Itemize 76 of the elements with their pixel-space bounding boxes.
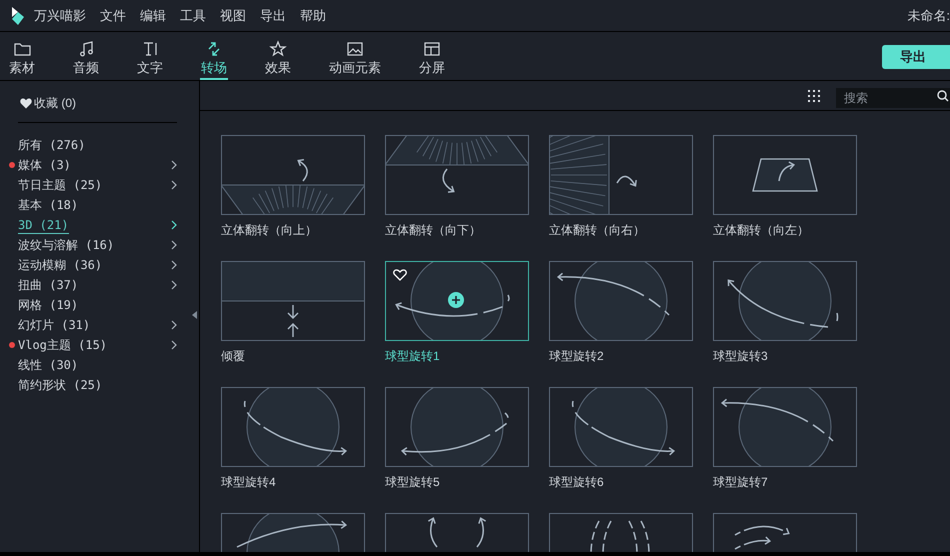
tab[interactable]: 效果 <box>264 40 292 80</box>
category-item[interactable]: 扭曲 (37) <box>18 277 78 293</box>
dashed-arrows-drawing <box>590 520 650 552</box>
tab[interactable]: 音频 <box>72 40 100 80</box>
menu-item[interactable]: 工具 <box>180 6 206 26</box>
split-screen-icon <box>423 40 441 58</box>
image-icon <box>346 40 364 58</box>
category-item[interactable]: 所有 (276) <box>18 137 86 153</box>
tab[interactable]: 文字 <box>136 40 164 80</box>
search-field[interactable]: 搜索 <box>836 88 950 108</box>
music-note-icon <box>77 40 95 58</box>
category-item[interactable]: Vlog主题 (15) <box>18 337 108 353</box>
transition-thumbnail[interactable] <box>713 135 857 215</box>
grid-view-icon[interactable] <box>808 90 820 102</box>
transition-thumbnail[interactable] <box>385 387 529 467</box>
curved-arrow <box>442 168 454 193</box>
category-item[interactable]: 网格 (19) <box>18 297 78 313</box>
tab[interactable]: 素材 <box>8 40 36 80</box>
transition-thumbnail[interactable] <box>713 261 857 341</box>
transition-thumbnail[interactable] <box>221 387 365 467</box>
category-item[interactable]: 波纹与溶解 (16) <box>18 237 114 253</box>
tab[interactable]: 动画元素 <box>328 40 382 80</box>
menu-item[interactable]: 帮助 <box>300 6 326 26</box>
favorites-label[interactable]: 收藏 (0) <box>34 94 76 112</box>
transition-thumbnail[interactable] <box>385 135 529 215</box>
export-button[interactable]: 导出 <box>882 45 950 69</box>
transition-thumbnail[interactable] <box>549 387 693 467</box>
curved-arrow <box>428 517 438 548</box>
category-item[interactable]: 线性 (30) <box>18 357 78 373</box>
transition-thumbnail[interactable] <box>549 261 693 341</box>
project-name: 未命名: <box>907 6 950 25</box>
text-icon <box>141 40 159 58</box>
add-icon[interactable] <box>448 292 464 308</box>
app-name: 万兴喵影 <box>34 6 86 25</box>
transition-label: 球型旋转7 <box>713 474 769 490</box>
menu-item[interactable]: 导出 <box>260 6 286 26</box>
curved-arrow <box>616 176 637 186</box>
transition-thumbnail[interactable] <box>221 135 365 215</box>
search-icon[interactable] <box>937 90 949 102</box>
menu-item[interactable]: 编辑 <box>140 6 166 26</box>
category-item[interactable]: 3D (21) <box>18 216 69 234</box>
logo-icon <box>10 6 26 24</box>
heart-icon[interactable] <box>393 269 407 281</box>
category-item[interactable]: 幻灯片 (31) <box>18 317 90 333</box>
transition-label: 球型旋转2 <box>549 348 605 364</box>
star-icon <box>269 40 287 58</box>
transition-label: 球型旋转1 <box>385 348 441 364</box>
menu-item[interactable]: 文件 <box>100 6 126 26</box>
transition-label: 立体翻转（向上） <box>221 222 318 238</box>
transition-label: 球型旋转4 <box>221 474 277 490</box>
transition-label: 倾覆 <box>221 348 246 364</box>
collapse-icon[interactable] <box>192 311 197 319</box>
category-item[interactable]: 媒体 (3) <box>18 157 71 173</box>
transition-label: 立体翻转（向下） <box>385 222 482 238</box>
transition-label: 球型旋转5 <box>385 474 441 490</box>
transition-label: 球型旋转6 <box>549 474 605 490</box>
arrows-icon <box>287 304 299 338</box>
category-item[interactable]: 节日主题 (25) <box>18 177 102 193</box>
transition-thumbnail[interactable] <box>385 261 529 341</box>
category-item[interactable]: 基本 (18) <box>18 197 78 213</box>
heart-icon <box>20 98 32 108</box>
curved-arrow <box>476 517 486 548</box>
curved-arrow <box>778 162 795 182</box>
transition-label: 球型旋转3 <box>713 348 769 364</box>
category-item[interactable]: 简约形状 (25) <box>18 377 102 393</box>
menu-item[interactable]: 视图 <box>220 6 246 26</box>
tab[interactable]: 转场 <box>200 40 228 80</box>
transition-label: 立体翻转（向右） <box>549 222 646 238</box>
transition-thumbnail[interactable] <box>549 135 693 215</box>
transition-label: 立体翻转（向左） <box>713 222 810 238</box>
panel-drawing <box>752 158 818 192</box>
transition-thumbnail[interactable] <box>221 261 365 341</box>
curved-arrow <box>298 159 308 182</box>
tab[interactable]: 分屏 <box>418 40 446 80</box>
transition-thumbnail[interactable] <box>713 387 857 467</box>
category-item[interactable]: 运动模糊 (36) <box>18 257 102 273</box>
